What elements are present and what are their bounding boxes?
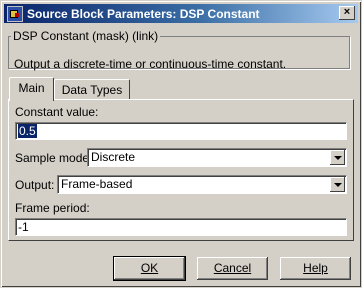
group-legend: DSP Constant (mask) (link) (13, 29, 159, 43)
ok-button[interactable]: OK (113, 256, 186, 281)
cancel-button[interactable]: Cancel (197, 257, 268, 280)
constant-value-text: 0.5 (18, 124, 37, 138)
frame-period-input[interactable]: -1 (15, 218, 347, 236)
block-description-group: DSP Constant (mask) (link) Output a disc… (8, 29, 350, 71)
output-label: Output: (15, 178, 55, 192)
frame-period-label: Frame period: (15, 201, 90, 215)
main-tab-panel: Constant value: 0.5 Sample mode: Discret… (8, 99, 354, 241)
tab-data-types[interactable]: Data Types (54, 79, 130, 100)
block-app-icon (7, 5, 23, 22)
sample-mode-select[interactable]: Discrete (87, 148, 347, 167)
chevron-down-icon[interactable] (330, 150, 345, 165)
constant-value-label: Constant value: (15, 105, 99, 119)
chevron-down-icon[interactable] (330, 177, 345, 192)
output-value: Frame-based (61, 177, 133, 191)
close-button[interactable]: × (339, 6, 355, 20)
title-bar[interactable]: Source Block Parameters: DSP Constant × (4, 4, 358, 23)
constant-value-input[interactable]: 0.5 (15, 122, 347, 140)
block-description: Output a discrete-time or continuous-tim… (14, 57, 287, 71)
window-title: Source Block Parameters: DSP Constant (27, 6, 260, 21)
dialog-window: Source Block Parameters: DSP Constant × … (0, 0, 362, 288)
sample-mode-label: Sample mode: (15, 151, 93, 165)
sample-mode-value: Discrete (91, 150, 136, 164)
output-select[interactable]: Frame-based (57, 175, 347, 194)
tab-main[interactable]: Main (9, 77, 54, 101)
frame-period-text: -1 (18, 220, 29, 234)
help-button[interactable]: Help (280, 257, 351, 280)
